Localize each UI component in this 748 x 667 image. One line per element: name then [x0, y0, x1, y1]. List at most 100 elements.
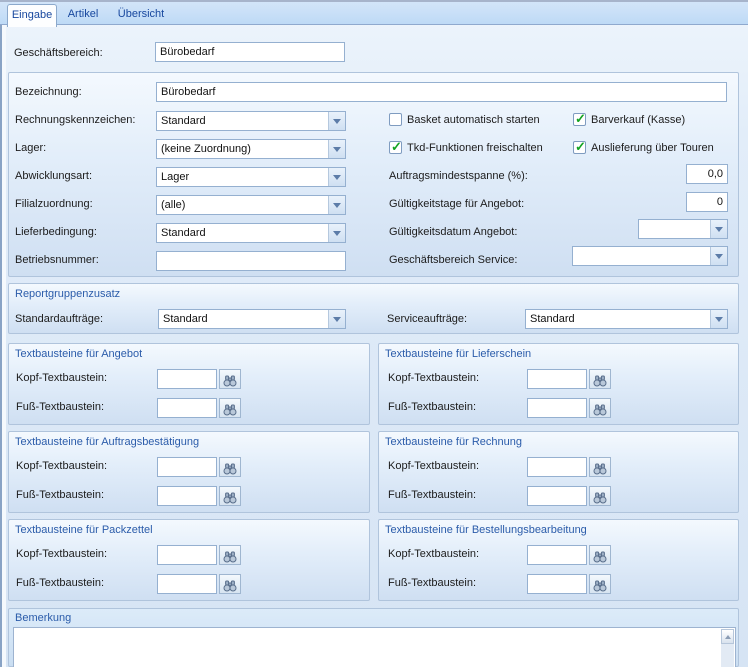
- fuss-lookup-button[interactable]: [219, 486, 241, 506]
- fuss-textbaustein-input[interactable]: [527, 486, 587, 506]
- kopf-textbaustein-input[interactable]: [157, 369, 217, 389]
- checkbox-basket-label[interactable]: Basket automatisch starten: [407, 114, 540, 126]
- binoculars-icon: [593, 551, 607, 563]
- kopf-textbaustein-input[interactable]: [527, 457, 587, 477]
- checkbox-barverkauf-kasse[interactable]: [573, 113, 586, 126]
- fuss-textbaustein-label: Fuß-Textbaustein:: [16, 577, 104, 589]
- bemerkung-memo-input[interactable]: [13, 627, 736, 667]
- bezeichnung-label: Bezeichnung:: [15, 86, 82, 98]
- fuss-textbaustein-input[interactable]: [157, 398, 217, 418]
- textbausteine-packzettel-title: Textbausteine für Packzettel: [15, 524, 153, 536]
- chevron-down-icon[interactable]: [328, 140, 345, 158]
- chevron-down-icon[interactable]: [710, 310, 727, 328]
- checkbox-tkd-funktionen[interactable]: [389, 141, 402, 154]
- textbausteine-bestellungsbearbeitung-panel: Textbausteine für Bestellungsbearbeitung…: [378, 519, 739, 601]
- geschaeftsbereich-input[interactable]: [155, 42, 345, 62]
- filialzuordnung-select[interactable]: (alle): [156, 195, 346, 215]
- scroll-up-icon[interactable]: [721, 629, 734, 644]
- chevron-down-icon[interactable]: [710, 247, 727, 265]
- geschaeftsbereich-label: Geschäftsbereich:: [14, 47, 103, 59]
- textbausteine-rechnung-title: Textbausteine für Rechnung: [385, 436, 522, 448]
- lager-select[interactable]: (keine Zuordnung): [156, 139, 346, 159]
- chevron-down-icon[interactable]: [710, 220, 727, 238]
- serviceauftraege-select[interactable]: Standard: [525, 309, 728, 329]
- rechnungskennzeichen-select[interactable]: Standard: [156, 111, 346, 131]
- combo-value: Standard: [161, 227, 206, 239]
- reportgruppenzusatz-panel: Reportgruppenzusatz Standardaufträge: St…: [8, 283, 739, 334]
- checkbox-basket-automatisch-starten[interactable]: [389, 113, 402, 126]
- textbausteine-angebot-panel: Textbausteine für Angebot Kopf-Textbaust…: [8, 343, 370, 425]
- kopf-textbaustein-input[interactable]: [527, 369, 587, 389]
- kopf-lookup-button[interactable]: [219, 457, 241, 477]
- fuss-lookup-button[interactable]: [589, 398, 611, 418]
- fuss-lookup-button[interactable]: [589, 486, 611, 506]
- textbausteine-auftragsbestaetigung-panel: Textbausteine für Auftragsbestätigung Ko…: [8, 431, 370, 513]
- kopf-lookup-button[interactable]: [219, 545, 241, 565]
- fuss-textbaustein-input[interactable]: [157, 486, 217, 506]
- fuss-textbaustein-input[interactable]: [527, 398, 587, 418]
- tab-strip: Eingabe Artikel Übersicht: [0, 0, 748, 25]
- tab-uebersicht[interactable]: Übersicht: [112, 8, 170, 20]
- checkbox-tkd-label[interactable]: Tkd-Funktionen freischalten: [407, 142, 543, 154]
- fuss-lookup-button[interactable]: [589, 574, 611, 594]
- kopf-textbaustein-label: Kopf-Textbaustein:: [388, 372, 479, 384]
- gueltigkeitsdatum-select[interactable]: [638, 219, 728, 239]
- auftragsmindestspanne-input[interactable]: [686, 164, 728, 184]
- serviceauftraege-label: Serviceaufträge:: [387, 313, 467, 325]
- chevron-down-icon[interactable]: [328, 196, 345, 214]
- combo-value: (keine Zuordnung): [161, 143, 251, 155]
- chevron-down-icon[interactable]: [328, 310, 345, 328]
- binoculars-icon: [593, 404, 607, 416]
- filialzuordnung-label: Filialzuordnung:: [15, 198, 93, 210]
- kopf-textbaustein-label: Kopf-Textbaustein:: [16, 460, 107, 472]
- kopf-textbaustein-label: Kopf-Textbaustein:: [388, 548, 479, 560]
- chevron-down-icon[interactable]: [328, 168, 345, 186]
- binoculars-icon: [223, 492, 237, 504]
- fuss-textbaustein-input[interactable]: [157, 574, 217, 594]
- bezeichnung-input[interactable]: [156, 82, 727, 102]
- fuss-lookup-button[interactable]: [219, 398, 241, 418]
- fuss-textbaustein-input[interactable]: [527, 574, 587, 594]
- kopf-lookup-button[interactable]: [589, 369, 611, 389]
- fuss-textbaustein-label: Fuß-Textbaustein:: [388, 489, 476, 501]
- geschaeftsbereich-service-label: Geschäftsbereich Service:: [389, 254, 517, 266]
- tab-eingabe[interactable]: Eingabe: [7, 4, 57, 27]
- binoculars-icon: [223, 551, 237, 563]
- kopf-textbaustein-input[interactable]: [527, 545, 587, 565]
- combo-value: Standard: [163, 313, 208, 325]
- geschaeftsbereich-service-select[interactable]: [572, 246, 728, 266]
- binoculars-icon: [593, 375, 607, 387]
- tab-artikel[interactable]: Artikel: [60, 8, 106, 20]
- standardauftraege-select[interactable]: Standard: [158, 309, 346, 329]
- kopf-textbaustein-input[interactable]: [157, 457, 217, 477]
- lieferbedingung-select[interactable]: Standard: [156, 223, 346, 243]
- kopf-lookup-button[interactable]: [219, 369, 241, 389]
- binoculars-icon: [593, 580, 607, 592]
- textbausteine-lieferschein-title: Textbausteine für Lieferschein: [385, 348, 531, 360]
- textbausteine-bestellungsbearbeitung-title: Textbausteine für Bestellungsbearbeitung: [385, 524, 587, 536]
- binoculars-icon: [223, 404, 237, 416]
- combo-value: (alle): [161, 199, 185, 211]
- textbausteine-rechnung-panel: Textbausteine für Rechnung Kopf-Textbaus…: [378, 431, 739, 513]
- gueltigkeitstage-label: Gültigkeitstage für Angebot:: [389, 198, 524, 210]
- chevron-down-icon[interactable]: [328, 224, 345, 242]
- combo-value: Lager: [161, 171, 189, 183]
- betriebsnummer-input[interactable]: [156, 251, 346, 271]
- binoculars-icon: [223, 375, 237, 387]
- memo-scrollbar[interactable]: [721, 629, 734, 667]
- lieferbedingung-label: Lieferbedingung:: [15, 226, 97, 238]
- chevron-down-icon[interactable]: [328, 112, 345, 130]
- auftragsmindestspanne-label: Auftragsmindestspanne (%):: [389, 170, 528, 182]
- kopf-lookup-button[interactable]: [589, 457, 611, 477]
- textbausteine-packzettel-panel: Textbausteine für Packzettel Kopf-Textba…: [8, 519, 370, 601]
- checkbox-auslieferung-label[interactable]: Auslieferung über Touren: [591, 142, 714, 154]
- tab-page-left-border: [0, 25, 6, 667]
- gueltigkeitstage-input[interactable]: [686, 192, 728, 212]
- kopf-textbaustein-input[interactable]: [157, 545, 217, 565]
- fuss-lookup-button[interactable]: [219, 574, 241, 594]
- checkbox-barverkauf-label[interactable]: Barverkauf (Kasse): [591, 114, 685, 126]
- standardauftraege-label: Standardaufträge:: [15, 313, 103, 325]
- checkbox-auslieferung-touren[interactable]: [573, 141, 586, 154]
- abwicklungsart-select[interactable]: Lager: [156, 167, 346, 187]
- kopf-lookup-button[interactable]: [589, 545, 611, 565]
